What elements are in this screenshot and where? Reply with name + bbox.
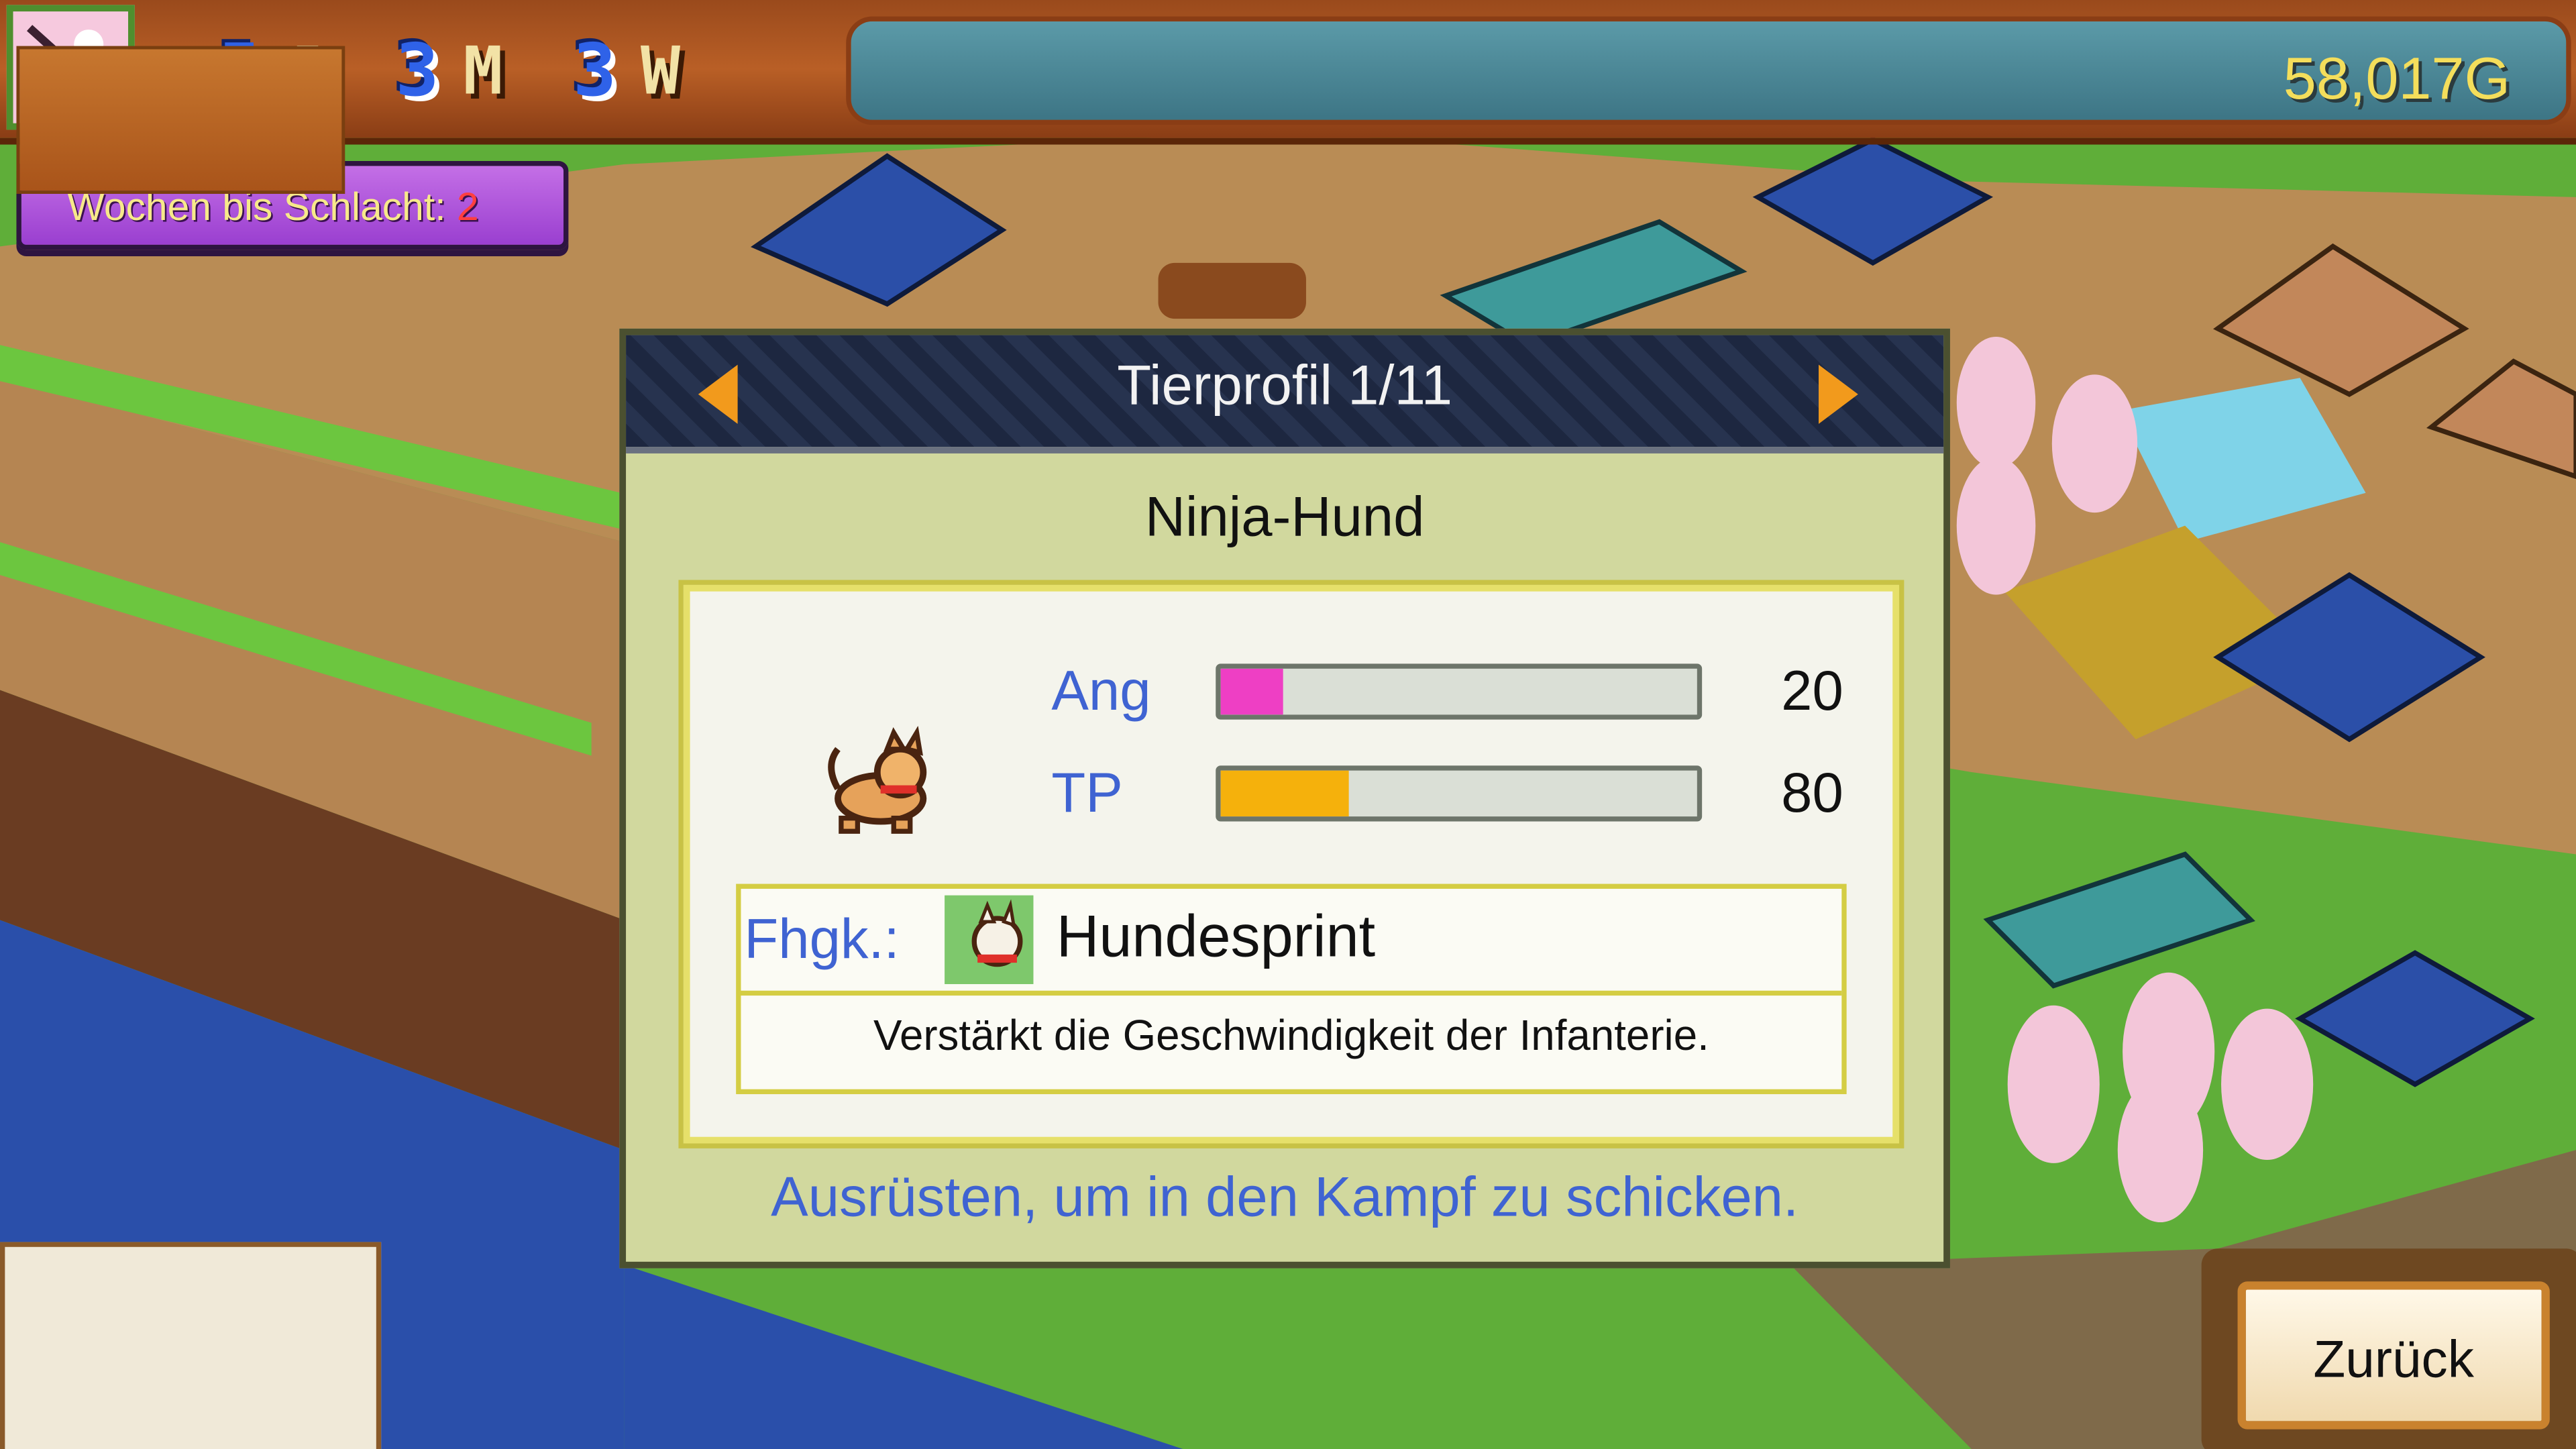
battle-timer-value: 2 <box>456 185 479 230</box>
hp-bar <box>1216 765 1703 822</box>
month-unit: M <box>463 34 503 109</box>
animal-stats-card: Ang 20 TP 80 Fhgk.: Hundesprint Verstärk… <box>678 580 1904 1148</box>
top-bar: 5 J 3 M 3 W 58,017G <box>0 0 2576 145</box>
attack-bar-fill <box>1220 668 1283 715</box>
attack-label: Ang <box>1051 660 1151 723</box>
next-arrow-icon[interactable] <box>1819 364 1858 424</box>
skill-description: Verstärkt die Geschwindigkeit der Infant… <box>873 1010 1709 1060</box>
dog-skill-icon <box>945 895 1034 984</box>
gold-panel: 58,017G <box>846 16 2571 125</box>
ninja-dog-icon <box>828 726 927 834</box>
equip-hint: Ausrüsten, um in den Kampf zu schicken. <box>771 1166 1799 1229</box>
bottom-left-panel <box>0 1242 382 1449</box>
attack-bar <box>1216 663 1703 720</box>
month-value: 3 <box>395 30 439 113</box>
hp-value: 80 <box>1781 762 1843 825</box>
animal-profile-dialog: Tierprofil 1/11 Ninja-Hund Ang 20 TP 80 … <box>619 328 1950 1269</box>
skill-box: Fhgk.: Hundesprint Verstärkt die Geschwi… <box>736 883 1847 1095</box>
back-button[interactable]: Zurück <box>2237 1281 2550 1430</box>
gold-amount: 58,017G <box>2283 44 2511 112</box>
animal-name: Ninja-Hund <box>1144 486 1425 549</box>
back-button-label: Zurück <box>2313 1329 2474 1389</box>
week-value: 3 <box>573 30 616 113</box>
bottom-left-button[interactable] <box>16 46 345 194</box>
dialog-title: Tierprofil 1/11 <box>1117 354 1453 418</box>
skill-row: Fhgk.: Hundesprint <box>741 889 1842 996</box>
hp-bar-fill <box>1220 770 1350 817</box>
attack-value: 20 <box>1781 660 1843 723</box>
week-unit: W <box>640 34 681 109</box>
hp-label: TP <box>1051 762 1123 825</box>
skill-name: Hundesprint <box>1056 902 1376 969</box>
dialog-header: Tierprofil 1/11 <box>626 335 1944 453</box>
skill-label: Fhgk.: <box>744 908 900 971</box>
